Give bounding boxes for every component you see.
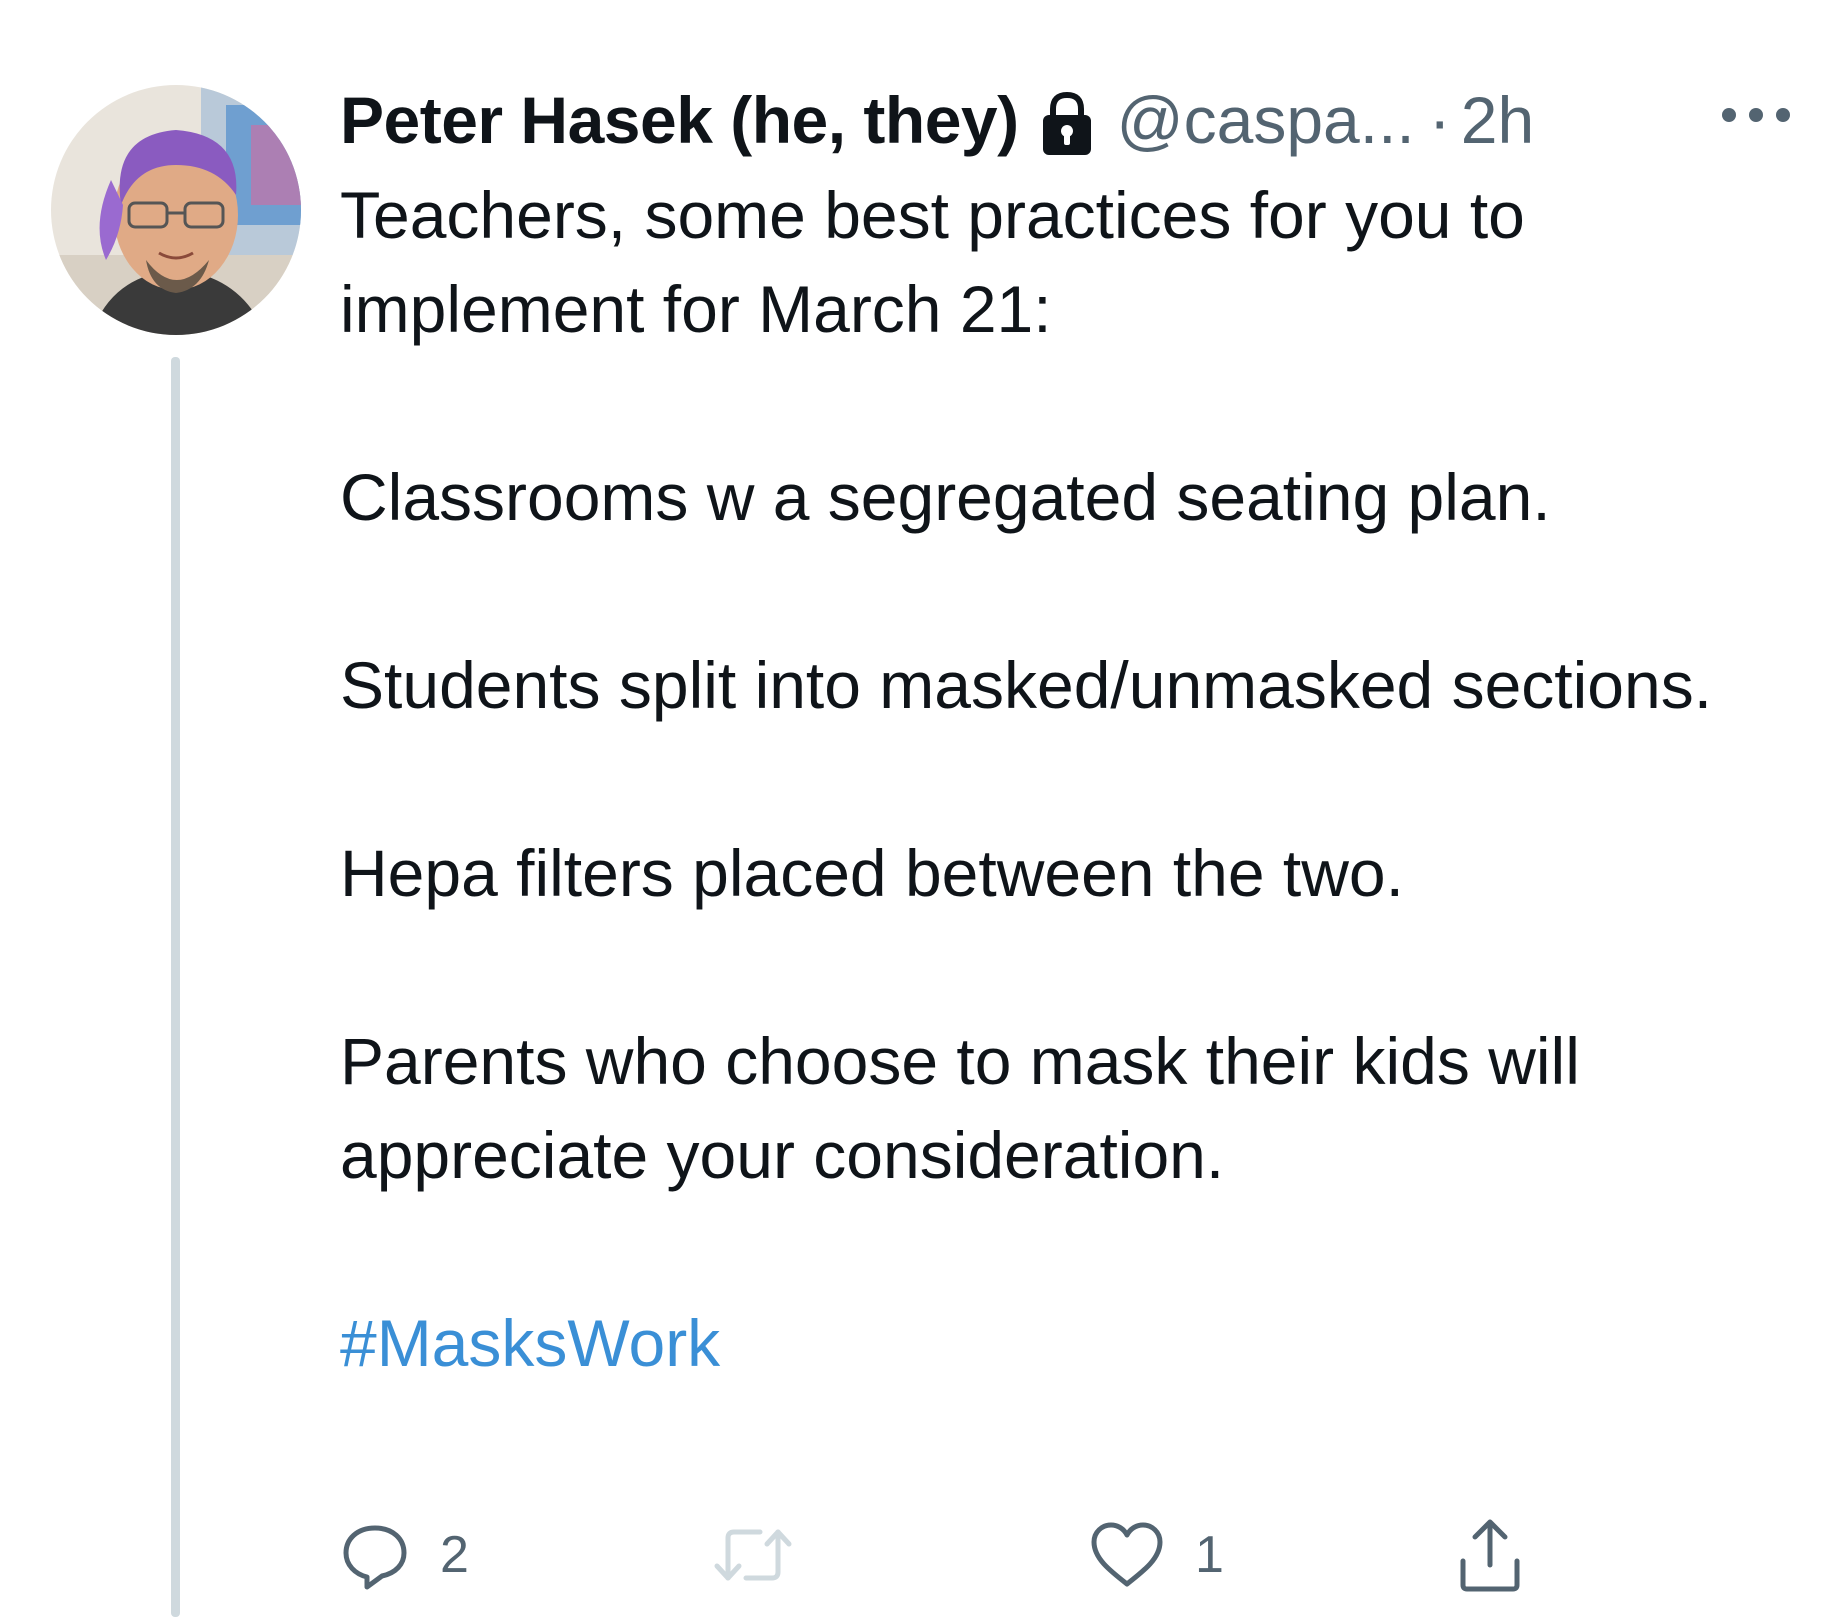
reply-count: 2 bbox=[440, 1526, 469, 1584]
avatar[interactable] bbox=[51, 85, 301, 335]
reply-icon bbox=[343, 1525, 407, 1590]
like-button[interactable]: 1 bbox=[1089, 1515, 1224, 1595]
timestamp[interactable]: 2h bbox=[1461, 78, 1534, 162]
retweet-icon bbox=[714, 1529, 792, 1581]
tweet[interactable]: Peter Hasek (he, they) @caspa... · 2h Te… bbox=[0, 0, 1828, 1617]
tweet-text: Teachers, some best practices for you to… bbox=[340, 168, 1800, 1390]
tweet-paragraph: Students split into masked/unmasked sect… bbox=[340, 648, 1713, 722]
tweet-header: Peter Hasek (he, they) @caspa... · 2h bbox=[340, 78, 1534, 162]
tweet-paragraph: Parents who choose to mask their kids wi… bbox=[340, 1024, 1580, 1192]
share-button[interactable] bbox=[1455, 1515, 1525, 1595]
tweet-paragraph: Classrooms w a segregated seating plan. bbox=[340, 460, 1551, 534]
tweet-paragraph: Hepa filters placed between the two. bbox=[340, 836, 1404, 910]
tweet-paragraph: Teachers, some best practices for you to… bbox=[340, 178, 1525, 346]
display-name[interactable]: Peter Hasek (he, they) bbox=[340, 78, 1019, 162]
separator-dot: · bbox=[1428, 83, 1451, 157]
retweet-button[interactable] bbox=[712, 1515, 824, 1595]
handle[interactable]: @caspa... bbox=[1117, 78, 1415, 162]
hashtag-link[interactable]: #MasksWork bbox=[340, 1306, 720, 1380]
reply-button[interactable]: 2 bbox=[340, 1515, 469, 1595]
thread-line bbox=[171, 357, 180, 1617]
avatar-photo bbox=[51, 85, 301, 335]
tweet-actions: 2 1 bbox=[340, 1515, 1800, 1595]
like-icon bbox=[1091, 1522, 1163, 1587]
more-options-icon[interactable] bbox=[1717, 100, 1795, 130]
lock-icon bbox=[1039, 91, 1095, 157]
share-icon bbox=[1460, 1519, 1520, 1592]
like-count: 1 bbox=[1195, 1526, 1224, 1584]
